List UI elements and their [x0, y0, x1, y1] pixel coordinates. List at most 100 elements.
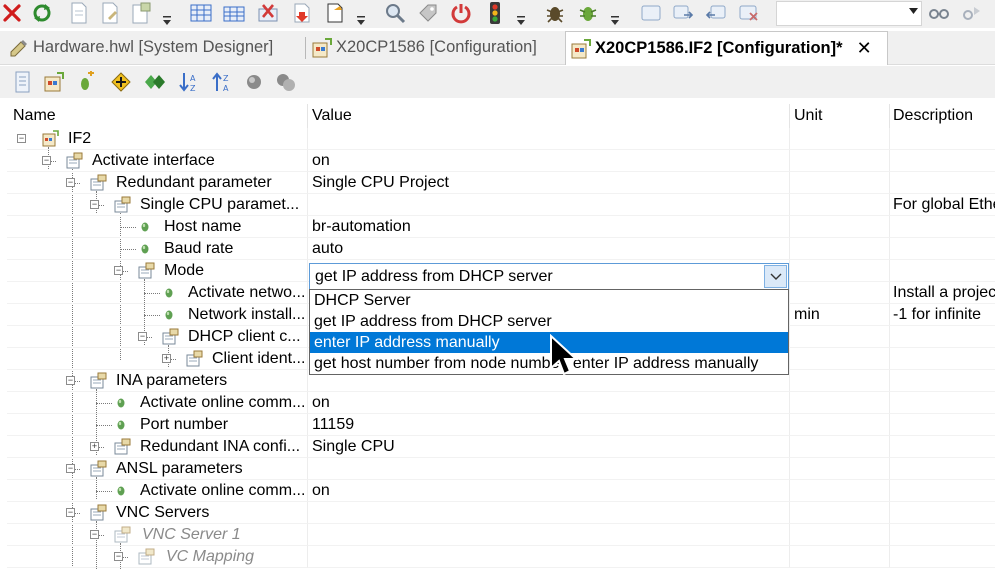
tab-x20cp1586[interactable]: X20CP1586 [Configuration] — [312, 31, 562, 64]
collapse-icon[interactable]: − — [66, 178, 75, 187]
bug-run-icon[interactable] — [576, 1, 600, 25]
tag-icon[interactable] — [416, 1, 440, 25]
leaf-add-icon[interactable] — [72, 69, 98, 95]
value-cell[interactable] — [308, 458, 790, 480]
value-cell[interactable]: br-automation — [308, 216, 790, 238]
description-cell — [890, 260, 995, 282]
value-cell[interactable] — [308, 194, 790, 216]
table-row[interactable]: Activate online comm... on — [7, 480, 995, 502]
grid-add-icon[interactable] — [222, 1, 246, 25]
page-open-icon[interactable] — [323, 1, 347, 25]
column-header-name[interactable]: Name — [7, 104, 308, 128]
download-icon[interactable] — [290, 1, 314, 25]
collapse-icon[interactable]: − — [42, 156, 51, 165]
window-close-icon[interactable] — [737, 1, 761, 25]
collapse-icon[interactable]: − — [114, 266, 123, 275]
table-row[interactable]: − Redundant parameter Single CPU Project — [7, 172, 995, 194]
collapse-icon[interactable]: − — [138, 332, 147, 341]
circles-icon[interactable] — [273, 69, 299, 95]
description-cell: -1 for infinite — [890, 304, 995, 326]
glasses-icon[interactable] — [927, 1, 951, 25]
mode-select[interactable]: get IP address from DHCP server — [309, 263, 789, 290]
value-cell[interactable]: 11159 — [308, 414, 790, 436]
mode-select-toggle[interactable] — [764, 265, 787, 288]
unit-cell — [790, 238, 890, 260]
value-cell[interactable]: Single CPU Project — [308, 172, 790, 194]
tab-x20cp1586-if2[interactable]: X20CP1586.IF2 [Configuration]* ✕ — [565, 31, 888, 65]
mode-option-dhcp-server[interactable]: DHCP Server — [310, 290, 788, 311]
table-row[interactable]: − IF2 — [7, 128, 995, 150]
interface-icon — [42, 130, 59, 147]
document-tabs: Hardware.hwl [System Designer] X20CP1586… — [0, 31, 995, 65]
expand-icon[interactable]: + — [90, 442, 99, 451]
value-cell[interactable] — [308, 524, 790, 546]
page-settings-icon[interactable] — [129, 1, 153, 25]
properties-icon[interactable] — [10, 69, 36, 95]
circle-icon[interactable] — [241, 69, 267, 95]
column-header-value[interactable]: Value — [308, 104, 790, 128]
name-cell: − Single CPU paramet... — [7, 194, 308, 216]
collapse-icon[interactable]: − — [17, 134, 26, 143]
parameter-folder-icon — [66, 152, 83, 169]
forward-icon[interactable] — [671, 1, 695, 25]
grid-icon[interactable] — [189, 1, 213, 25]
value-cell[interactable]: on — [308, 392, 790, 414]
module-icon[interactable] — [41, 69, 67, 95]
tab-hardware[interactable]: Hardware.hwl [System Designer] — [9, 31, 301, 64]
value-cell[interactable]: Single CPU — [308, 436, 790, 458]
column-header-description[interactable]: Description — [890, 104, 995, 128]
table-row[interactable]: − VNC Servers — [7, 502, 995, 524]
sort-asc-icon[interactable]: ZA — [208, 69, 234, 95]
collapse-icon[interactable]: − — [114, 552, 123, 561]
table-row[interactable]: + Redundant INA confi... Single CPU — [7, 436, 995, 458]
collapse-icon[interactable]: − — [90, 200, 99, 209]
value-cell[interactable]: auto — [308, 238, 790, 260]
table-row[interactable]: − Single CPU paramet... For global Ethe — [7, 194, 995, 216]
value-cell[interactable]: on — [308, 150, 790, 172]
diamonds-icon[interactable] — [142, 69, 168, 95]
value-cell[interactable] — [308, 502, 790, 524]
table-row[interactable]: Baud rate auto — [7, 238, 995, 260]
table-row[interactable]: − ANSL parameters — [7, 458, 995, 480]
table-row[interactable]: Activate online comm... on — [7, 392, 995, 414]
chevron-down-icon — [770, 273, 781, 280]
table-row[interactable]: Host name br-automation — [7, 216, 995, 238]
back-icon[interactable] — [704, 1, 728, 25]
glasses-refresh-icon[interactable] — [960, 1, 984, 25]
value-cell[interactable] — [308, 546, 790, 568]
collapse-icon[interactable]: − — [66, 508, 75, 517]
close-tab-icon[interactable]: ✕ — [857, 38, 872, 59]
column-header-unit[interactable]: Unit — [790, 104, 890, 128]
dropdown-arrow[interactable] — [517, 14, 525, 26]
collapse-icon[interactable]: − — [66, 376, 75, 385]
value-cell[interactable] — [308, 128, 790, 150]
window-icon[interactable] — [639, 1, 663, 25]
collapse-icon[interactable]: − — [66, 464, 75, 473]
diamond-icon[interactable] — [108, 69, 134, 95]
dropdown-arrow[interactable] — [163, 14, 171, 26]
power-icon[interactable] — [449, 1, 473, 25]
collapse-icon[interactable]: − — [90, 530, 99, 539]
table-row[interactable]: Port number 11159 — [7, 414, 995, 436]
delete-icon[interactable] — [256, 1, 280, 25]
value-cell[interactable]: on — [308, 480, 790, 502]
dropdown-arrow[interactable] — [357, 14, 365, 26]
traffic-light-icon[interactable] — [483, 1, 507, 25]
row-name: Host name — [164, 218, 242, 235]
table-row[interactable]: − VNC Server 1 — [7, 524, 995, 546]
table-row[interactable]: − VC Mapping — [7, 546, 995, 568]
table-row[interactable]: − Activate interface on — [7, 150, 995, 172]
mode-option-dhcp-client[interactable]: get IP address from DHCP server — [310, 311, 788, 332]
description-cell — [890, 150, 995, 172]
expand-icon[interactable]: + — [162, 354, 171, 363]
close-icon[interactable] — [0, 1, 24, 25]
bug-icon[interactable] — [543, 1, 567, 25]
search-icon[interactable] — [383, 1, 407, 25]
dropdown-arrow[interactable] — [611, 14, 619, 26]
page-icon[interactable] — [67, 1, 91, 25]
sort-desc-icon[interactable]: AZ — [175, 69, 201, 95]
page-edit-icon[interactable] — [98, 1, 122, 25]
refresh-icon[interactable] — [30, 1, 54, 25]
parameter-folder-icon — [162, 328, 179, 345]
toolbar-combo[interactable] — [776, 1, 922, 26]
